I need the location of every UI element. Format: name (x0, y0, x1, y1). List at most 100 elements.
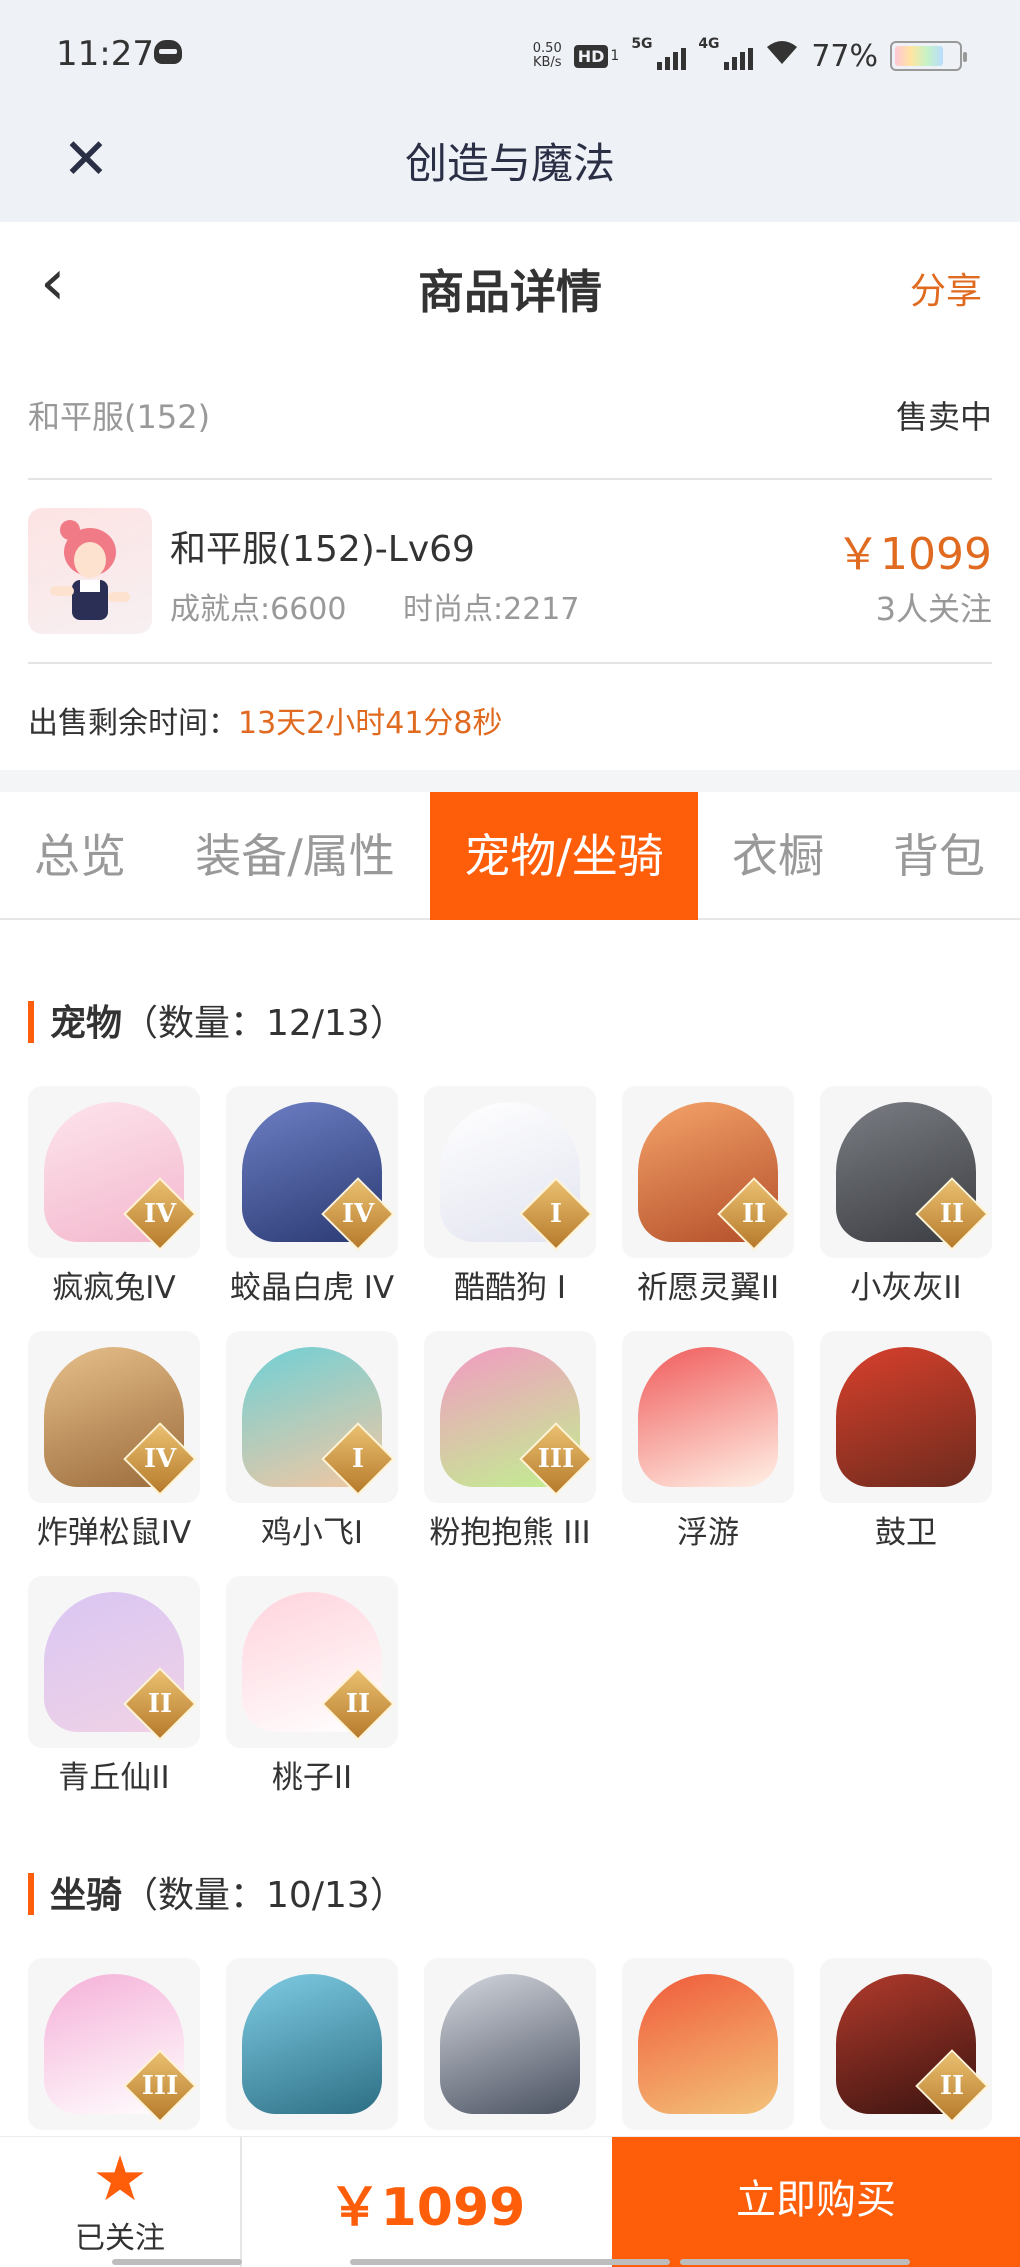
mount-item[interactable] (622, 1958, 794, 2130)
pet-item[interactable]: 鼓卫 (820, 1331, 992, 1552)
mount-thumbnail: II (820, 1958, 992, 2130)
tab-overview[interactable]: 总览 (0, 792, 160, 920)
top-zone: 11:27 0.50 KB/s HD 1 5G 4G 77% ✕ 创造与魔法 (0, 0, 1020, 222)
pet-item[interactable]: IV 炸弹松鼠IV (28, 1331, 200, 1552)
mount-thumbnail (424, 1958, 596, 2130)
app-title: 创造与魔法 (404, 139, 615, 188)
tier-badge-label: III (141, 2071, 179, 2101)
pet-item[interactable]: I 酷酷狗 I (424, 1086, 596, 1307)
follow-button[interactable]: ★ 已关注 (0, 2137, 242, 2267)
mount-thumbnail: III (28, 1958, 200, 2130)
pet-item[interactable]: IV 疯疯兔IV (28, 1086, 200, 1307)
share-button[interactable]: 分享 (910, 262, 982, 314)
pets-section-title: 宠物（数量：12/13） (28, 994, 406, 1046)
pet-thumbnail (622, 1331, 794, 1503)
pet-name: 鼓卫 (875, 1515, 937, 1551)
follow-label: 已关注 (75, 2221, 165, 2256)
pet-name: 鸡小飞I (260, 1515, 364, 1551)
section-gap (0, 770, 1020, 792)
bottom-price: ￥1099 (328, 2178, 526, 2238)
pet-thumbnail (820, 1331, 992, 1503)
character-name: 和平服(152)-Lv69 (170, 529, 475, 570)
pet-thumbnail: IV (226, 1086, 398, 1258)
pet-item[interactable]: II 小灰灰II (820, 1086, 992, 1307)
mounts-count: （数量：10/13） (122, 1875, 406, 1916)
pet-item[interactable]: I 鸡小飞I (226, 1331, 398, 1552)
tier-badge-label: II (939, 1199, 965, 1229)
mounts-section-title: 坐骑（数量：10/13） (28, 1866, 406, 1918)
pet-name: 疯疯兔IV (52, 1270, 176, 1306)
remaining-time: 出售剩余时间：13天2小时41分8秒 (28, 698, 503, 742)
battery-icon (890, 41, 967, 71)
pet-image (836, 1347, 976, 1487)
app-bar: ✕ 创造与魔法 (0, 110, 1020, 222)
character-card[interactable]: 和平服(152)-Lv69 成就点:6600 时尚点:2217 ￥1099 3人… (28, 508, 992, 638)
pet-name: 浮游 (677, 1515, 739, 1551)
mount-item[interactable] (424, 1958, 596, 2130)
remaining-countdown: 13天2小时41分8秒 (238, 706, 503, 741)
pet-name: 炸弹松鼠IV (36, 1515, 192, 1551)
pet-item[interactable]: III 粉抱抱熊 III (424, 1331, 596, 1552)
tier-badge-label: II (939, 2071, 965, 2101)
section-marker (28, 1873, 34, 1915)
pet-image (638, 1347, 778, 1487)
network-speed: 0.50 KB/s (533, 42, 562, 70)
fashion-points: 时尚点:2217 (403, 592, 580, 627)
tab-wardrobe[interactable]: 衣橱 (698, 792, 858, 920)
avatar (28, 508, 152, 634)
pet-item[interactable]: 浮游 (622, 1331, 794, 1552)
tier-badge-label: II (147, 1689, 173, 1719)
tier-badge-label: II (741, 1199, 767, 1229)
pet-thumbnail: II (226, 1576, 398, 1748)
pet-name: 桃子II (271, 1760, 353, 1796)
nav-indicator (350, 2259, 670, 2265)
hd-icon: HD (573, 44, 609, 68)
tab-equipment[interactable]: 装备/属性 (160, 792, 430, 920)
tier-badge-label: I (351, 1444, 365, 1474)
pets-title: 宠物 (50, 1003, 123, 1044)
signal-4g-label: 4G (698, 36, 720, 52)
pet-thumbnail: IV (28, 1086, 200, 1258)
divider (28, 478, 992, 480)
mounts-title: 坐骑 (50, 1875, 123, 1916)
pet-thumbnail: II (820, 1086, 992, 1258)
battery-percent: 77% (811, 38, 878, 74)
wifi-icon (765, 38, 799, 74)
pet-name: 小灰灰II (850, 1270, 962, 1306)
tab-backpack[interactable]: 背包 (858, 792, 1020, 920)
signal-4g-icon: 4G (698, 36, 754, 70)
mount-item[interactable] (226, 1958, 398, 2130)
status-time: 11:27 (56, 34, 154, 74)
mount-item[interactable]: II (820, 1958, 992, 2130)
hd-sub: 1 (610, 48, 620, 64)
divider (28, 662, 992, 664)
page-title: 商品详情 (418, 265, 602, 319)
follower-count: 3人关注 (875, 590, 992, 628)
tier-badge-label: II (345, 1689, 371, 1719)
tab-pets-mounts[interactable]: 宠物/坐骑 (430, 792, 698, 920)
bottom-bar: ★ 已关注 ￥1099 立即购买 (0, 2136, 1020, 2267)
buy-now-button[interactable]: 立即购买 (612, 2137, 1020, 2267)
mount-image (440, 1974, 580, 2114)
pet-item[interactable]: II 桃子II (226, 1576, 398, 1797)
mount-image (242, 1974, 382, 2114)
pet-name: 祈愿灵翼II (636, 1270, 780, 1306)
pet-thumbnail: III (424, 1331, 596, 1503)
page-header: ‹ 商品详情 分享 (0, 222, 1020, 352)
tab-bar: 总览 装备/属性 宠物/坐骑 衣橱 背包 (0, 792, 1020, 920)
mount-thumbnail (622, 1958, 794, 2130)
network-speed-unit: KB/s (532, 55, 562, 70)
pet-item[interactable]: II 青丘仙II (28, 1576, 200, 1797)
server-row: 和平服(152) 售卖中 (28, 392, 992, 442)
pet-name: 蛟晶白虎 IV (229, 1270, 395, 1306)
signal-5g-icon: 5G (631, 36, 687, 70)
pet-name: 青丘仙II (58, 1760, 170, 1796)
pet-item[interactable]: II 祈愿灵翼II (622, 1086, 794, 1307)
status-badge: 售卖中 (895, 398, 992, 436)
pet-item[interactable]: IV 蛟晶白虎 IV (226, 1086, 398, 1307)
status-indicators: 0.50 KB/s HD 1 5G 4G 77% (533, 36, 967, 76)
mount-image (638, 1974, 778, 2114)
nav-indicator (680, 2259, 910, 2265)
star-icon: ★ (92, 2142, 148, 2215)
mount-item[interactable]: III (28, 1958, 200, 2130)
